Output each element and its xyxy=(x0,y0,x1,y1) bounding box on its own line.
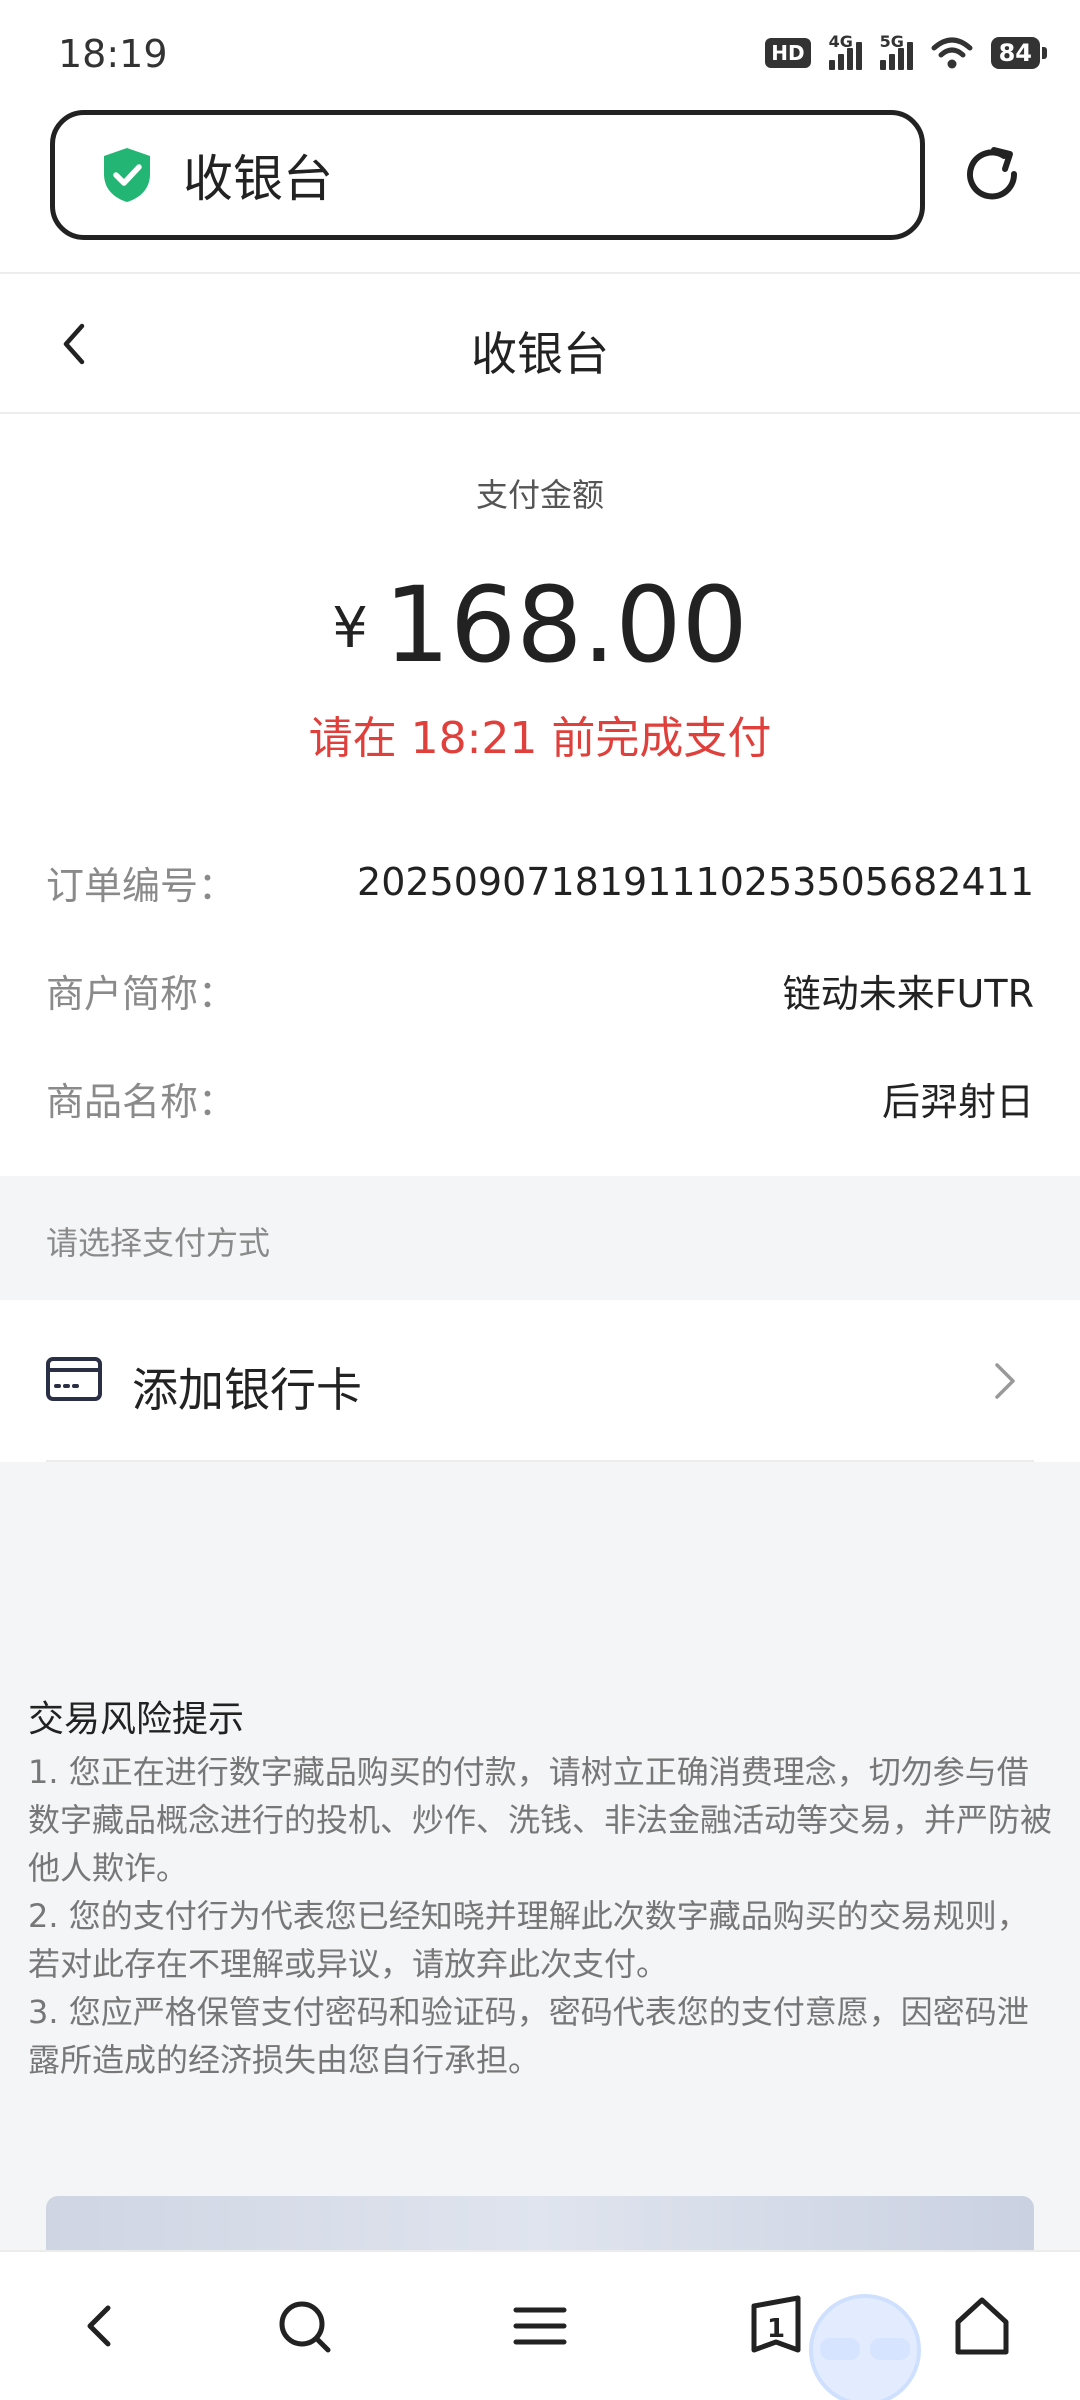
currency-symbol: ¥ xyxy=(332,596,368,661)
order-number-row: 订单编号： 20250907181911102535056824​11 xyxy=(46,852,1034,912)
amount-value: 168.00 xyxy=(383,564,748,686)
amount-display: ¥168.00 xyxy=(0,564,1080,686)
tab-count: 1 xyxy=(766,2314,786,2344)
product-label: 商品名称： xyxy=(46,1079,237,1124)
payment-method-label: 请选择支付方式 xyxy=(46,1224,271,1262)
risk-item: 1. 您正在进行数字藏品购买的付款，请树立正确消费理念，切勿参与借数字藏品概念进… xyxy=(28,1753,1053,1887)
signal-4g-icon: 4G xyxy=(828,32,862,70)
page-title: 收银台 xyxy=(471,327,609,381)
wifi-icon xyxy=(931,37,973,69)
chevron-right-icon xyxy=(995,1363,1015,1399)
product-value: 后羿射日 xyxy=(881,1079,1034,1124)
address-title: 收银台 xyxy=(183,150,333,208)
status-bar: 18:19 HD 4G 5G 84 xyxy=(0,0,1080,104)
amount-label: 支付金额 xyxy=(475,476,604,514)
mascot-icon xyxy=(809,2294,921,2400)
product-row: 商品名称： 后羿射日 xyxy=(46,1068,1034,1128)
add-bank-card-button[interactable]: 添加银行卡 xyxy=(0,1300,1080,1462)
merchant-row: 商户简称： 链动未来FUTR xyxy=(46,960,1034,1020)
back-icon[interactable] xyxy=(68,2294,132,2358)
credit-card-icon xyxy=(46,1357,102,1401)
merchant-value: 链动未来FUTR xyxy=(782,971,1034,1016)
search-icon[interactable] xyxy=(272,2294,336,2358)
risk-item: 3. 您应严格保管支付密码和验证码，密码代表您的支付意愿，因密码泄露所造成的经济… xyxy=(28,1993,1029,2079)
signal-5g-icon: 5G xyxy=(879,32,913,70)
order-number-label: 订单编号： xyxy=(46,863,237,908)
merchant-label: 商户简称： xyxy=(46,971,237,1016)
divider xyxy=(46,1460,1034,1462)
payment-summary: 支付金额 ¥168.00 请在 18:21 前完成支付 订单编号： 202509… xyxy=(0,414,1080,1176)
tabs-button[interactable]: 1 xyxy=(744,2294,808,2358)
status-time: 18:19 xyxy=(58,32,168,76)
home-icon[interactable] xyxy=(950,2294,1014,2358)
add-bank-card-label: 添加银行卡 xyxy=(132,1363,362,1417)
browser-bar: 收银台 xyxy=(0,104,1080,274)
order-number-value: 20250907181911102535056824​11 xyxy=(357,860,1034,904)
risk-item: 2. 您的支付行为代表您已经知晓并理解此次数字藏品购买的交易规则，若对此存在不理… xyxy=(28,1897,1029,1983)
menu-icon[interactable] xyxy=(508,2294,572,2358)
battery-indicator: 84 xyxy=(990,37,1048,69)
payment-deadline: 请在 18:21 前完成支付 xyxy=(308,713,772,764)
page-header: 收银台 xyxy=(0,274,1080,414)
shield-check-icon xyxy=(104,148,150,202)
reload-icon[interactable] xyxy=(960,144,1024,208)
status-icons: HD 4G 5G 84 xyxy=(765,32,1048,70)
address-bar[interactable]: 收银台 xyxy=(50,110,925,240)
risk-notice: 交易风险提示 1. 您正在进行数字藏品购买的付款，请树立正确消费理念，切勿参与借… xyxy=(28,1690,1058,2084)
hd-badge: HD xyxy=(765,38,811,68)
risk-title: 交易风险提示 xyxy=(28,1699,245,1740)
